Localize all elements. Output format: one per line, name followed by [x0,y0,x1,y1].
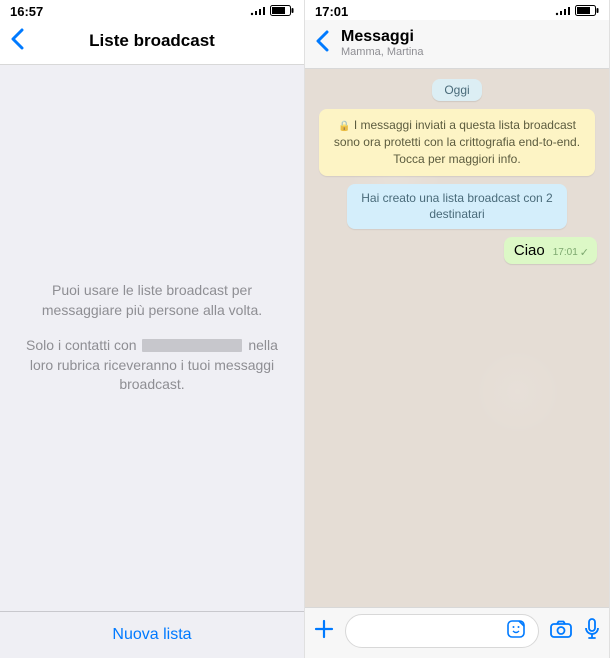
outgoing-message[interactable]: Ciao 17:01 ✓ [504,237,597,264]
broadcast-lists-screen: 16:57 Liste broadcast Puoi usare le list… [0,0,305,658]
microphone-button[interactable] [583,617,601,646]
date-separator: Oggi [432,79,481,101]
check-icon: ✓ [580,246,589,259]
message-meta: 17:01 ✓ [553,246,589,259]
encryption-notice[interactable]: 🔒 I messaggi inviati a questa lista broa… [319,109,595,176]
battery-icon [270,4,294,19]
attach-button[interactable] [313,618,335,644]
page-title: Liste broadcast [32,31,272,51]
status-indicators [555,4,599,19]
status-indicators [250,4,294,19]
new-list-button[interactable]: Nuova lista [0,611,304,658]
broadcast-info-body: Puoi usare le liste broadcast per messag… [0,65,304,611]
redacted-value [142,339,242,352]
chat-header-info[interactable]: Messaggi Mamma, Martina [341,28,424,58]
lock-icon: 🔒 [338,121,350,132]
message-input[interactable] [345,614,539,648]
nav-header: Messaggi Mamma, Martina [305,20,609,69]
signal-icon [555,4,571,19]
system-message: Hai creato una lista broadcast con 2 des… [347,184,567,230]
status-time: 16:57 [10,4,43,19]
chat-title: Messaggi [341,28,424,46]
status-bar: 16:57 [0,0,304,20]
chat-screen: 17:01 Messaggi Mamma, Martina Oggi 🔒 I m… [305,0,610,658]
camera-button[interactable] [549,619,573,644]
back-button[interactable] [10,28,32,54]
message-time: 17:01 [553,247,578,258]
input-toolbar [305,607,609,658]
signal-icon [250,4,266,19]
sticker-icon[interactable] [506,619,526,644]
battery-icon [575,4,599,19]
chat-body: Oggi 🔒 I messaggi inviati a questa lista… [305,69,609,607]
status-bar: 17:01 [305,0,609,20]
info-text-primary: Puoi usare le liste broadcast per messag… [20,281,284,320]
status-time: 17:01 [315,4,348,19]
nav-header: Liste broadcast [0,20,304,65]
back-button[interactable] [315,30,337,56]
info-text-secondary: Solo i contatti con nella loro rubrica r… [20,336,284,395]
chat-subtitle: Mamma, Martina [341,46,424,58]
message-text: Ciao [514,242,545,259]
